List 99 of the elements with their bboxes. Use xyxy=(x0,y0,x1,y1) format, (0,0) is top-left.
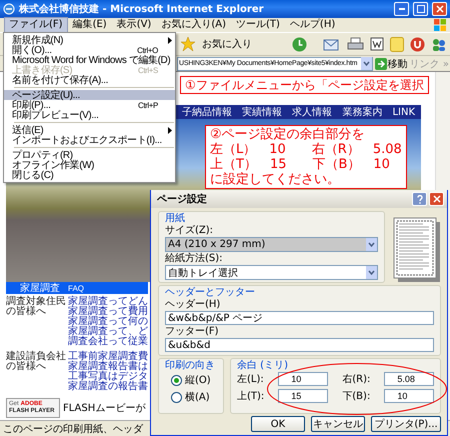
menu-item[interactable]: 名前を付けて保存(A)... xyxy=(4,75,175,85)
field-label: 上(T): xyxy=(237,390,264,402)
menu-item[interactable]: 開く(O)... Ctrl+O xyxy=(4,45,175,55)
go-button[interactable]: 移動 xyxy=(374,56,408,70)
menu-item[interactable]: 印刷プレビュー(V)... xyxy=(4,110,175,120)
margin-field[interactable]: 5.08 xyxy=(384,372,434,386)
dialog-button[interactable]: OK xyxy=(251,416,305,432)
field-label: 下(B): xyxy=(342,390,370,402)
help-button[interactable] xyxy=(412,192,427,206)
people-icon[interactable] xyxy=(431,36,447,52)
radio-icon[interactable] xyxy=(171,374,182,386)
callout-text: に設定してください。 xyxy=(210,172,341,187)
nav-link[interactable]: 子納品情報 xyxy=(182,105,232,119)
star-icon[interactable] xyxy=(180,36,196,52)
dialog-button[interactable]: プリンタ(P)... xyxy=(371,416,441,432)
margin-field[interactable]: 15 xyxy=(278,389,328,403)
faq-link[interactable]: 調査会社って従業 xyxy=(68,337,148,347)
printer-icon[interactable] xyxy=(347,36,364,52)
dropdown-caret-icon[interactable] xyxy=(360,57,372,70)
callout-text: 左（L） 10 右（R） 5.08 xyxy=(210,142,402,157)
menu-bar-item[interactable]: お気に入り(A) xyxy=(156,17,231,33)
menu-item[interactable]: プロパティ(R) xyxy=(4,150,175,160)
history-icon[interactable] xyxy=(292,36,307,52)
flash-note: FLASHムービーが xyxy=(63,402,146,415)
nav-link[interactable]: 業務案内 xyxy=(342,105,382,119)
faq-link[interactable]: 工事前家屋調査費 xyxy=(68,352,148,362)
arrow-icon[interactable] xyxy=(374,58,387,70)
maximize-icon[interactable] xyxy=(416,5,424,13)
group-legend: ヘッダーとフッター xyxy=(165,287,434,298)
field-label: 給紙方法(S): xyxy=(165,253,224,264)
dropdown-caret-icon[interactable] xyxy=(366,266,377,279)
callout-text: ①ファイルメニューから「ページ設定を選択 xyxy=(185,78,424,92)
menu-item[interactable]: ページ設定(U)... xyxy=(4,90,175,100)
minimize-button[interactable] xyxy=(394,2,409,16)
audience-heading: 調査対象住民の皆様へ xyxy=(6,297,66,319)
close-icon[interactable] xyxy=(436,5,444,13)
faq-link[interactable]: 家屋調査ってどん xyxy=(68,297,148,307)
submenu-arrow-icon xyxy=(168,126,172,134)
maximize-button[interactable] xyxy=(413,2,428,16)
callout-text: 上（T） 15 下（B） 10 xyxy=(210,157,391,172)
orientation-radio[interactable]: 横(A) xyxy=(165,389,217,405)
header-field[interactable]: &w&b&p/&P ページ xyxy=(165,311,434,325)
footer-field[interactable]: &u&b&d xyxy=(165,338,434,352)
menu-bar-item[interactable]: ツール(T) xyxy=(231,17,285,33)
menu-bar-item[interactable]: ヘルプ(H) xyxy=(284,17,340,33)
mail-icon[interactable] xyxy=(323,36,341,52)
menu-item[interactable]: 閉じる(C) xyxy=(4,170,175,180)
page-preview-icon xyxy=(393,217,441,283)
window-title: 株式会社博信技建 - Microsoft Internet Explorer xyxy=(19,2,265,16)
faq-link[interactable]: 工事写真はデジタ xyxy=(68,372,148,382)
margin-field[interactable]: 10 xyxy=(278,372,328,386)
close-button[interactable] xyxy=(432,2,447,16)
menu-item[interactable]: インポートおよびエクスポート(I)... xyxy=(4,135,175,145)
minimize-icon[interactable] xyxy=(398,8,404,10)
size-select[interactable]: A4 (210 x 297 mm) xyxy=(165,237,378,252)
faq-link[interactable]: 家屋調査って何の xyxy=(68,317,148,327)
field-label: サイズ(Z): xyxy=(165,225,214,236)
menu-item[interactable]: 新規作成(N) xyxy=(4,35,175,45)
menu-bar-item[interactable]: 表示(V) xyxy=(112,17,156,33)
document-edit-icon[interactable] xyxy=(370,37,384,51)
source-select[interactable]: 自動トレイ選択 xyxy=(165,265,378,280)
margin-field[interactable]: 10 xyxy=(384,389,434,403)
field-label: フッター(F) xyxy=(165,326,220,337)
section-title: 家屋調査 xyxy=(20,282,60,295)
section-tag: FAQ xyxy=(68,284,84,292)
audience-heading: 建設請負会社の皆様へ xyxy=(6,352,66,374)
faq-link[interactable]: 家屋調査って、ど xyxy=(68,327,148,337)
field-label: 左(L): xyxy=(237,374,264,384)
nav-link[interactable]: LINK xyxy=(392,106,415,118)
close-button[interactable] xyxy=(429,192,444,206)
callout-text: ②ページ設定の余白部分を xyxy=(210,127,366,142)
faq-link[interactable]: 家屋調査の報告書 xyxy=(68,382,148,392)
circle-badge-icon[interactable] xyxy=(410,36,425,52)
dialog-title: ページ設定 xyxy=(157,192,208,206)
faq-link[interactable]: 家屋調査報告書は xyxy=(68,362,148,372)
status-text: このページの印刷用紙、ヘッダ xyxy=(3,422,143,436)
faq-link[interactable]: 家屋調査って費用 xyxy=(68,307,148,317)
group-legend: 用紙 xyxy=(165,213,378,224)
nav-link[interactable]: 求人情報 xyxy=(292,105,332,119)
radio-icon[interactable] xyxy=(171,392,182,402)
field-label: 右(R): xyxy=(342,374,370,384)
dialog-button[interactable]: キャンセル xyxy=(311,416,365,432)
group-legend: 印刷の向き xyxy=(165,360,217,371)
submenu-arrow-icon xyxy=(168,36,172,44)
menu-bar-item[interactable]: 編集(E) xyxy=(68,17,112,33)
menu-item[interactable]: 送信(E) xyxy=(4,125,175,135)
windows-logo-icon xyxy=(434,19,446,31)
help-icon[interactable] xyxy=(416,194,422,204)
menu-item[interactable]: 印刷(P)... Ctrl+P xyxy=(4,100,175,110)
nav-link[interactable]: 実績情報 xyxy=(242,105,282,119)
group-legend: 余白 (ミリ) xyxy=(237,360,434,371)
menu-item[interactable]: Microsoft Word for Windows で編集(D) xyxy=(4,55,175,65)
orientation-radio[interactable]: 縦(O) xyxy=(165,372,217,388)
favorites-button[interactable]: お気に入り xyxy=(202,37,252,51)
menu-item[interactable]: オフライン作業(W) xyxy=(4,160,175,170)
menu-bar-item[interactable]: ファイル(F) xyxy=(4,17,68,33)
close-icon[interactable] xyxy=(432,195,440,203)
field-label: ヘッダー(H) xyxy=(165,299,222,310)
dropdown-caret-icon[interactable] xyxy=(366,238,377,251)
